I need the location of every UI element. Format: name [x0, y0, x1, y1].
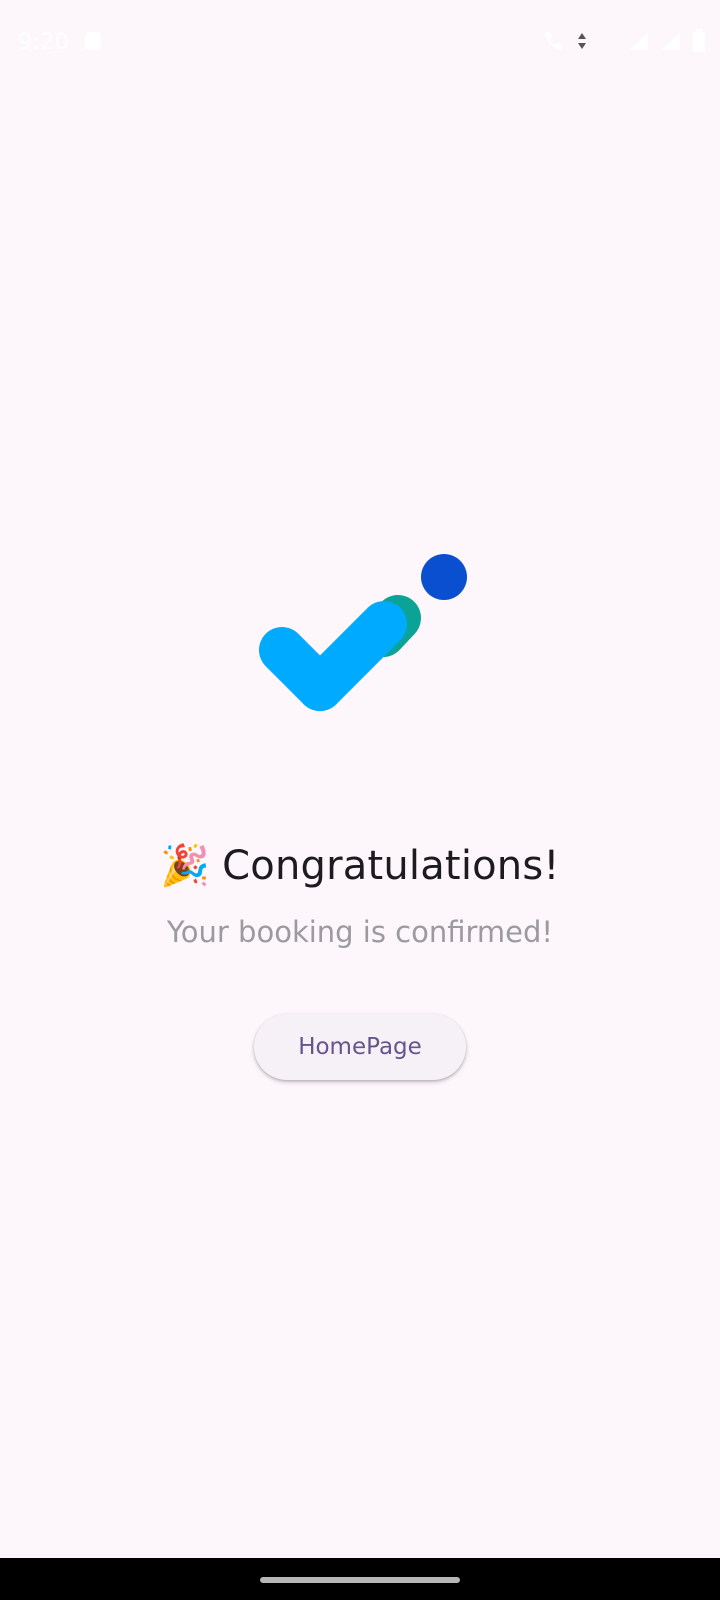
homepage-button[interactable]: HomePage [254, 1014, 466, 1080]
status-time: 9:20 [18, 30, 70, 55]
status-bar: 9:20 [0, 0, 720, 84]
party-popper-icon: 🎉 [160, 843, 211, 889]
battery-icon [692, 29, 706, 57]
signal-icon [660, 30, 682, 56]
notification-icon [84, 30, 102, 56]
checkmark-success-icon [258, 554, 468, 724]
navigation-bar [0, 1558, 720, 1600]
title-row: 🎉 Congratulations! [0, 838, 720, 894]
page-title: Congratulations! [222, 843, 560, 889]
signal-icon [628, 30, 650, 56]
status-icons [540, 28, 706, 58]
confirmation-subtitle: Your booking is confirmed! [166, 915, 554, 949]
home-gesture-handle[interactable] [260, 1577, 460, 1583]
data-arrows-icon [576, 31, 588, 55]
call-icon [540, 28, 566, 58]
